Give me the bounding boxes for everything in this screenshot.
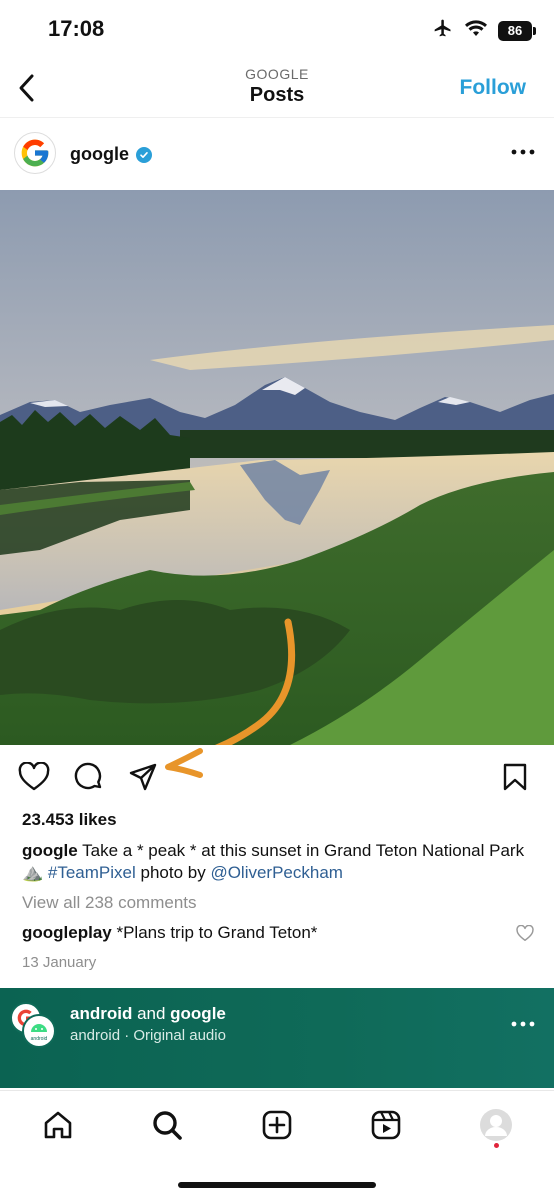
comment-username[interactable]: googleplay — [22, 923, 112, 942]
profile-avatar — [480, 1109, 512, 1141]
google-avatar[interactable] — [14, 132, 56, 174]
next-post-user2[interactable]: google — [170, 1004, 226, 1023]
comment-like-button[interactable] — [516, 924, 536, 945]
reels-icon — [371, 1110, 401, 1140]
share-button[interactable] — [126, 760, 160, 794]
post-date: 13 January — [22, 954, 97, 971]
top-comment: googleplay *Plans trip to Grand Teton* — [22, 923, 317, 943]
wifi-icon — [464, 19, 488, 42]
caption-mid-text: photo by — [135, 863, 211, 882]
more-horizontal-icon — [511, 149, 535, 155]
heart-icon — [516, 924, 534, 941]
more-horizontal-icon — [511, 1021, 535, 1027]
next-post-header[interactable]: android android and google android · Ori… — [0, 988, 554, 1088]
save-button[interactable] — [498, 760, 532, 794]
svg-text:android: android — [31, 1036, 48, 1042]
follow-button[interactable]: Follow — [460, 76, 527, 100]
like-button[interactable] — [17, 760, 51, 794]
airplane-mode-icon — [432, 18, 454, 43]
caption-mention[interactable]: @OliverPeckham — [210, 863, 343, 882]
comment-icon — [74, 762, 102, 790]
heart-icon — [18, 762, 50, 791]
next-post-more-button[interactable] — [510, 1014, 536, 1034]
bookmark-icon — [503, 763, 527, 791]
more-options-button[interactable] — [510, 142, 536, 162]
create-icon — [262, 1110, 292, 1140]
home-indicator — [178, 1182, 376, 1188]
verified-badge-icon — [136, 146, 152, 163]
view-all-comments-link[interactable]: View all 238 comments — [22, 893, 197, 913]
tab-create[interactable] — [257, 1105, 297, 1145]
caption-username[interactable]: google — [22, 841, 78, 860]
landscape-image — [0, 190, 554, 745]
post-username-text: google — [70, 144, 129, 164]
caption-hashtag[interactable]: #TeamPixel — [48, 863, 136, 882]
home-icon — [44, 1111, 72, 1139]
paper-plane-icon — [129, 763, 157, 791]
android-logo-icon: android — [31, 1024, 48, 1042]
tab-search[interactable] — [147, 1105, 187, 1145]
google-logo-icon — [21, 139, 49, 167]
tab-profile[interactable] — [476, 1105, 516, 1145]
likes-count[interactable]: 23.453 likes — [22, 810, 117, 830]
next-post-audio[interactable]: android · Original audio — [70, 1027, 226, 1044]
notification-dot — [494, 1143, 499, 1148]
post-actions — [0, 752, 554, 804]
tab-reels[interactable] — [366, 1105, 406, 1145]
comment-text: *Plans trip to Grand Teton* — [111, 923, 318, 942]
post-caption: google Take a * peak * at this sunset in… — [22, 840, 537, 884]
post-username[interactable]: google — [70, 144, 152, 165]
next-post-joiner: and — [132, 1004, 171, 1023]
top-nav-header: GOOGLE Posts Follow — [0, 60, 554, 118]
next-post-user1[interactable]: android — [70, 1004, 132, 1023]
status-icons: 86 — [432, 18, 536, 43]
android-avatar: android — [22, 1014, 56, 1048]
comment-button[interactable] — [72, 760, 106, 794]
next-post-users: android and google — [70, 1004, 226, 1024]
search-icon — [153, 1111, 182, 1140]
tab-home[interactable] — [38, 1105, 78, 1145]
post-header: google — [0, 120, 554, 188]
battery-indicator: 86 — [498, 20, 536, 41]
status-bar: 17:08 86 — [0, 0, 554, 60]
post-photo[interactable] — [0, 190, 554, 745]
status-time: 17:08 — [48, 16, 105, 41]
